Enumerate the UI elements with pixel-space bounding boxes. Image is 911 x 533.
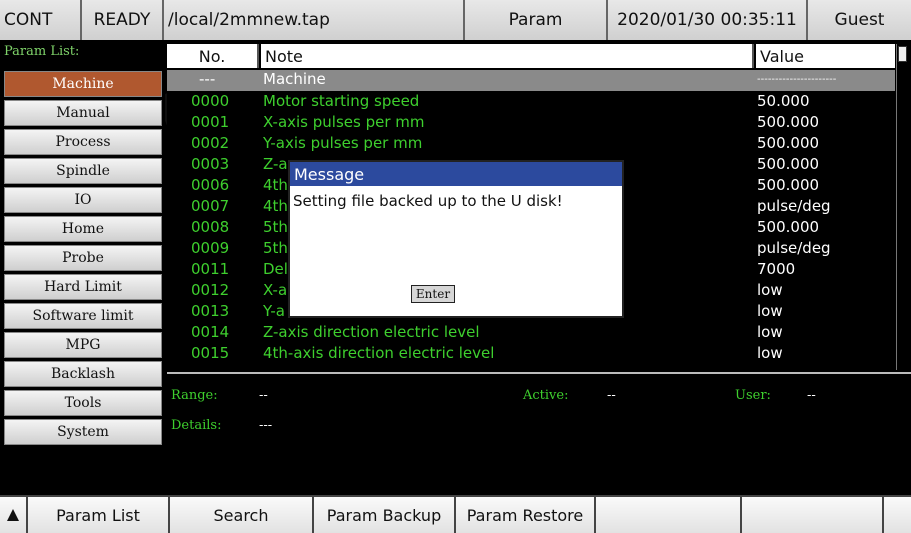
row-no: 0003 bbox=[191, 155, 230, 173]
row-no: 0014 bbox=[191, 323, 230, 341]
row-value: 500.000 bbox=[757, 113, 820, 131]
triangle-up-icon[interactable] bbox=[0, 497, 28, 533]
row-value: pulse/deg bbox=[757, 197, 831, 215]
section-value: ---------------------- bbox=[757, 74, 837, 85]
sidebar-item-spindle[interactable]: Spindle bbox=[4, 158, 162, 184]
softkey-empty-3[interactable] bbox=[884, 497, 911, 533]
row-no: 0000 bbox=[191, 92, 230, 110]
row-value: 500.000 bbox=[757, 176, 820, 194]
row-value: 7000 bbox=[757, 260, 796, 278]
row-value: 500.000 bbox=[757, 134, 820, 152]
row-note: Del bbox=[263, 260, 288, 278]
row-value: low bbox=[757, 344, 783, 362]
row-no: 0002 bbox=[191, 134, 230, 152]
sidebar-item-manual[interactable]: Manual bbox=[4, 100, 162, 126]
user-indicator: Guest bbox=[808, 0, 911, 40]
row-value: 50.000 bbox=[757, 92, 810, 110]
range-label: Range: bbox=[171, 388, 218, 403]
details-value: --- bbox=[259, 418, 273, 433]
row-value: 500.000 bbox=[757, 155, 820, 173]
section-note: Machine bbox=[263, 70, 326, 88]
search-button[interactable]: Search bbox=[170, 497, 314, 533]
row-no: 0008 bbox=[191, 218, 230, 236]
sidebar-item-system[interactable]: System bbox=[4, 419, 162, 445]
message-dialog: Message Setting file backed up to the U … bbox=[288, 160, 624, 318]
table-row[interactable]: 0001 X-axis pulses per mm 500.000 bbox=[167, 113, 895, 134]
table-scrollbar[interactable] bbox=[896, 44, 908, 370]
row-note: Motor starting speed bbox=[263, 92, 420, 110]
file-path: /local/2mmnew.tap bbox=[164, 0, 465, 40]
softkey-empty-1[interactable] bbox=[596, 497, 742, 533]
table-row[interactable]: 0014 Z-axis direction electric level low bbox=[167, 323, 895, 344]
state-indicator: READY bbox=[82, 0, 164, 40]
row-note: 5th bbox=[263, 239, 288, 257]
column-header-note: Note bbox=[261, 44, 754, 68]
enter-button[interactable]: Enter bbox=[411, 285, 455, 303]
sidebar-item-hard-limit[interactable]: Hard Limit bbox=[4, 274, 162, 300]
screen-name: Param bbox=[465, 0, 608, 40]
param-list-button[interactable]: Param List bbox=[28, 497, 170, 533]
range-value: -- bbox=[259, 388, 268, 403]
dialog-title: Message bbox=[290, 162, 622, 186]
sidebar-item-process[interactable]: Process bbox=[4, 129, 162, 155]
param-backup-button[interactable]: Param Backup bbox=[314, 497, 456, 533]
param-info-panel: Range: -- Active: -- User: -- Details: -… bbox=[167, 374, 911, 494]
dialog-message: Setting file backed up to the U disk! bbox=[293, 192, 563, 210]
row-value: pulse/deg bbox=[757, 239, 831, 257]
table-row[interactable]: 0000 Motor starting speed 50.000 bbox=[167, 92, 895, 113]
sidebar-title: Param List: bbox=[4, 44, 80, 59]
sidebar-item-home[interactable]: Home bbox=[4, 216, 162, 242]
sidebar-item-backlash[interactable]: Backlash bbox=[4, 361, 162, 387]
row-note: 5th bbox=[263, 218, 288, 236]
softkey-empty-2[interactable] bbox=[742, 497, 884, 533]
row-no: 0007 bbox=[191, 197, 230, 215]
active-value: -- bbox=[607, 388, 616, 403]
sidebar-item-machine[interactable]: Machine bbox=[4, 71, 162, 97]
param-restore-button[interactable]: Param Restore bbox=[456, 497, 596, 533]
scrollbar-thumb[interactable] bbox=[898, 46, 907, 62]
row-note: Y-axis pulses per mm bbox=[263, 134, 423, 152]
table-section-row[interactable]: --- Machine ---------------------- bbox=[167, 70, 895, 91]
sidebar-item-probe[interactable]: Probe bbox=[4, 245, 162, 271]
row-value: 500.000 bbox=[757, 218, 820, 236]
sidebar-item-mpg[interactable]: MPG bbox=[4, 332, 162, 358]
row-note: 4th bbox=[263, 197, 288, 215]
status-bar: CONT READY /local/2mmnew.tap Param 2020/… bbox=[0, 0, 911, 40]
row-value: low bbox=[757, 302, 783, 320]
datetime-display: 2020/01/30 00:35:11 bbox=[608, 0, 808, 40]
sidebar-item-software-limit[interactable]: Software limit bbox=[4, 303, 162, 329]
row-no: 0013 bbox=[191, 302, 230, 320]
details-label: Details: bbox=[171, 418, 222, 433]
user-label: User: bbox=[735, 388, 771, 403]
row-note: X-axis pulses per mm bbox=[263, 113, 425, 131]
row-no: 0011 bbox=[191, 260, 230, 278]
row-value: low bbox=[757, 281, 783, 299]
row-note: Z-axis direction electric level bbox=[263, 323, 480, 341]
sidebar-item-tools[interactable]: Tools bbox=[4, 390, 162, 416]
column-header-value: Value bbox=[756, 44, 895, 68]
row-no: 0012 bbox=[191, 281, 230, 299]
mode-indicator: CONT bbox=[0, 0, 82, 40]
user-value: -- bbox=[807, 388, 816, 403]
row-note: Y-a bbox=[263, 302, 285, 320]
row-note: Z-a bbox=[263, 155, 288, 173]
table-row[interactable]: 0015 4th-axis direction electric level l… bbox=[167, 344, 895, 365]
sidebar-item-io[interactable]: IO bbox=[4, 187, 162, 213]
row-no: 0009 bbox=[191, 239, 230, 257]
softkey-toolbar: Param List Search Param Backup Param Res… bbox=[0, 495, 911, 533]
row-no: 0006 bbox=[191, 176, 230, 194]
row-note: 4th-axis direction electric level bbox=[263, 344, 495, 362]
row-no: 0015 bbox=[191, 344, 230, 362]
active-label: Active: bbox=[523, 388, 569, 403]
row-no: 0001 bbox=[191, 113, 230, 131]
row-note: 4th bbox=[263, 176, 288, 194]
column-header-no: No. bbox=[167, 44, 259, 68]
table-row[interactable]: 0002 Y-axis pulses per mm 500.000 bbox=[167, 134, 895, 155]
row-note: X-a bbox=[263, 281, 288, 299]
section-no: --- bbox=[199, 70, 216, 88]
table-header: No. Note Value bbox=[167, 44, 895, 68]
row-value: low bbox=[757, 323, 783, 341]
